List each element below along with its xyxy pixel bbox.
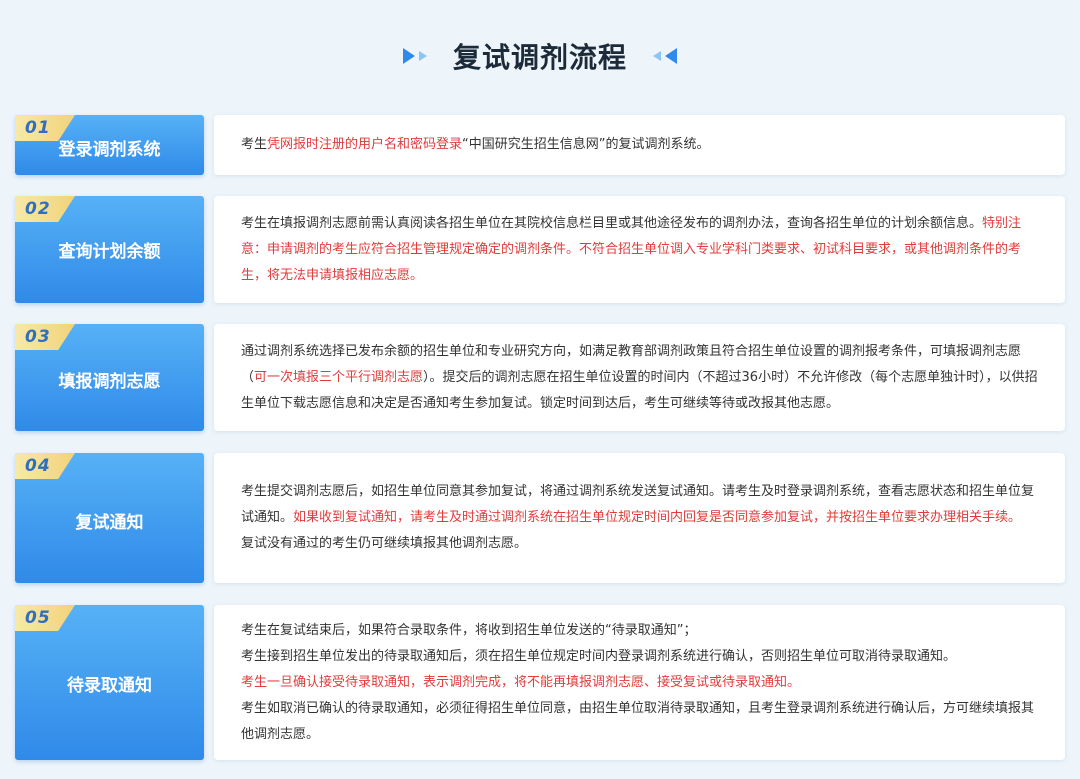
left-arrows-icon bbox=[401, 46, 431, 66]
step-label: 待录取通知 bbox=[67, 676, 152, 696]
description-line: 考生如取消已确认的待录取通知，必须征得招生单位同意，由招生单位取消待录取通知，且… bbox=[241, 700, 1035, 742]
step-row-1: 01 登录调剂系统 考生凭网报时注册的用户名和密码登录“中国研究生招生信息网”的… bbox=[15, 115, 1065, 175]
step-label: 查询计划余额 bbox=[58, 242, 161, 262]
step-box-1: 01 登录调剂系统 bbox=[15, 115, 204, 175]
step-description-4: 考生提交调剂志愿后，如招生单位同意其参加复试，将通过调剂系统发送复试通知。请考生… bbox=[214, 453, 1065, 583]
description-line: 考生一旦确认接受待录取通知，表示调剂完成，将不能再填报调剂志愿、接受复试或待录取… bbox=[241, 674, 801, 690]
step-number: 04 bbox=[25, 456, 51, 476]
step-number: 05 bbox=[25, 608, 51, 628]
description-line: 考生在填报调剂志愿前需认真阅读各招生单位在其院校信息栏目里或其他途径发布的调剂办… bbox=[241, 215, 1022, 283]
step-label: 复试通知 bbox=[75, 513, 144, 533]
step-number: 03 bbox=[25, 327, 51, 347]
page-title: 复试调剂流程 bbox=[452, 41, 627, 74]
step-box-3: 03 填报调剂志愿 bbox=[15, 324, 204, 431]
description-line: 通过调剂系统选择已发布余额的招生单位和专业研究方向，如满足教育部调剂政策且符合招… bbox=[241, 343, 1038, 411]
description-line: 复试没有通过的考生仍可继续填报其他调剂志愿。 bbox=[241, 536, 528, 551]
step-row-2: 02 查询计划余额 考生在填报调剂志愿前需认真阅读各招生单位在其院校信息栏目里或… bbox=[15, 196, 1065, 303]
step-description-2: 考生在填报调剂志愿前需认真阅读各招生单位在其院校信息栏目里或其他途径发布的调剂办… bbox=[214, 196, 1065, 303]
page-header: 复试调剂流程 bbox=[0, 36, 1080, 76]
step-description-3: 通过调剂系统选择已发布余额的招生单位和专业研究方向，如满足教育部调剂政策且符合招… bbox=[214, 324, 1065, 431]
step-label: 填报调剂志愿 bbox=[58, 372, 161, 392]
step-description-1: 考生凭网报时注册的用户名和密码登录“中国研究生招生信息网”的复试调剂系统。 bbox=[214, 115, 1065, 175]
step-row-3: 03 填报调剂志愿 通过调剂系统选择已发布余额的招生单位和专业研究方向，如满足教… bbox=[15, 324, 1065, 431]
step-box-5: 05 待录取通知 bbox=[15, 605, 204, 760]
step-box-2: 02 查询计划余额 bbox=[15, 196, 204, 303]
step-number: 02 bbox=[25, 199, 51, 219]
description-line: 考生提交调剂志愿后，如招生单位同意其参加复试，将通过调剂系统发送复试通知。请考生… bbox=[241, 484, 1035, 525]
step-row-5: 05 待录取通知 考生在复试结束后，如果符合录取条件，将收到招生单位发送的“待录… bbox=[15, 605, 1065, 760]
step-row-4: 04 复试通知 考生提交调剂志愿后，如招生单位同意其参加复试，将通过调剂系统发送… bbox=[15, 453, 1065, 583]
description-line: 考生在复试结束后，如果符合录取条件，将收到招生单位发送的“待录取通知”； bbox=[241, 622, 697, 638]
right-arrows-icon bbox=[649, 46, 679, 66]
description-line: 考生凭网报时注册的用户名和密码登录“中国研究生招生信息网”的复试调剂系统。 bbox=[241, 137, 710, 152]
step-description-5: 考生在复试结束后，如果符合录取条件，将收到招生单位发送的“待录取通知”； 考生接… bbox=[214, 605, 1065, 760]
step-label: 登录调剂系统 bbox=[58, 140, 161, 160]
description-line: 考生接到招生单位发出的待录取通知后，须在招生单位规定时间内登录调剂系统进行确认，… bbox=[241, 648, 957, 664]
step-box-4: 04 复试通知 bbox=[15, 453, 204, 583]
